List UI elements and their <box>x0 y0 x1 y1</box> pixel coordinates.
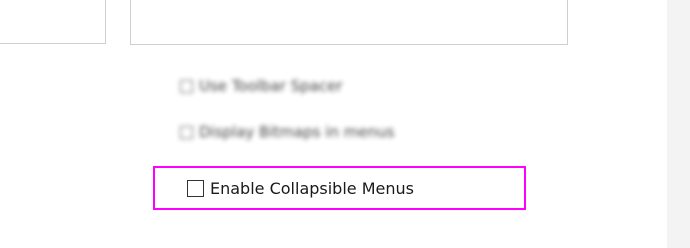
window-edge <box>667 0 690 248</box>
blurred-option-1-label: Use Toolbar Spacer <box>199 77 343 95</box>
blurred-option-1[interactable]: Use Toolbar Spacer <box>180 75 342 97</box>
enable-collapsible-menus-checkbox[interactable] <box>187 179 204 197</box>
checkbox-icon[interactable] <box>180 125 193 139</box>
enable-collapsible-menus-option[interactable]: Enable Collapsible Menus <box>187 177 414 199</box>
blurred-option-2[interactable]: Display Bitmaps in menus <box>180 121 394 143</box>
enable-collapsible-menus-label[interactable]: Enable Collapsible Menus <box>210 179 414 198</box>
settings-panel-left <box>0 0 106 44</box>
checkbox-icon[interactable] <box>180 79 193 93</box>
blurred-option-2-label: Display Bitmaps in menus <box>199 123 395 141</box>
settings-panel-right <box>130 0 568 45</box>
